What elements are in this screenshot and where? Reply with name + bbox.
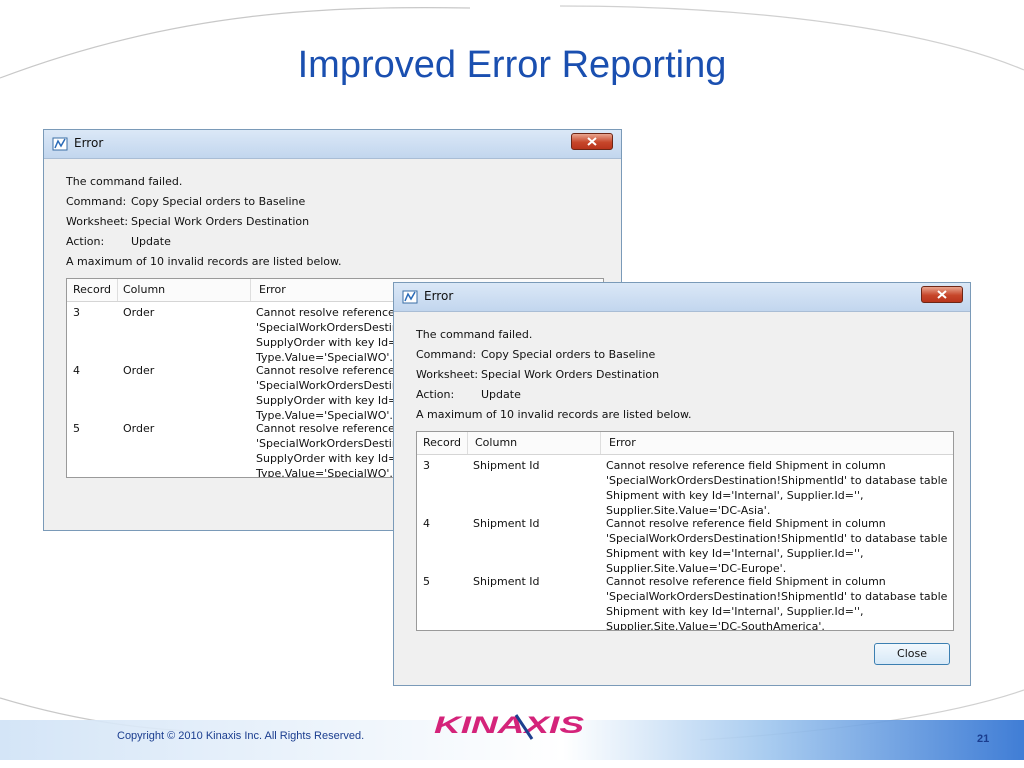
error-cell: Cannot resolve reference f 'SpecialWorkO… <box>256 306 407 364</box>
page-number: 21 <box>977 733 990 745</box>
worksheet-label: Worksheet: <box>66 215 129 228</box>
dialog-title: Error <box>424 289 454 303</box>
dialog-summary: The command failed. Command: Copy Special… <box>416 325 691 425</box>
column-header-error[interactable]: Error <box>259 283 286 296</box>
note-text: A maximum of 10 invalid records are list… <box>66 255 342 268</box>
action-label: Action: <box>416 388 455 401</box>
close-icon <box>937 290 947 299</box>
column-header-column[interactable]: Column <box>123 283 165 296</box>
app-icon <box>402 290 418 304</box>
table-header: Record Column Error <box>417 432 953 455</box>
svg-text:KINAXIS: KINAXIS <box>434 712 584 739</box>
record-cell: 3 <box>423 459 430 472</box>
command-label: Command: <box>66 195 127 208</box>
close-window-button[interactable] <box>921 286 963 303</box>
dialog-titlebar[interactable]: Error <box>44 130 621 159</box>
action-label: Action: <box>66 235 105 248</box>
column-cell: Shipment Id <box>473 575 540 588</box>
kinaxis-logo: KINAXIS <box>434 712 584 740</box>
record-cell: 5 <box>73 422 80 435</box>
message-text: The command failed. <box>66 175 183 188</box>
column-cell: Shipment Id <box>473 459 540 472</box>
record-cell: 4 <box>73 364 80 377</box>
error-cell: Cannot resolve reference field Shipment … <box>606 459 948 517</box>
record-cell: 4 <box>423 517 430 530</box>
record-cell: 5 <box>423 575 430 588</box>
copyright-text: Copyright © 2010 Kinaxis Inc. All Rights… <box>117 730 365 742</box>
worksheet-value: Special Work Orders Destination <box>131 215 310 228</box>
column-header-error[interactable]: Error <box>609 436 636 449</box>
close-icon <box>587 137 597 146</box>
worksheet-label: Worksheet: <box>416 368 479 381</box>
note-text: A maximum of 10 invalid records are list… <box>416 408 692 421</box>
action-value: Update <box>481 388 521 401</box>
slide-title: Improved Error Reporting <box>297 44 727 86</box>
table-row[interactable]: 4 Shipment Id Cannot resolve reference f… <box>417 514 953 575</box>
record-cell: 3 <box>73 306 80 319</box>
column-cell: Shipment Id <box>473 517 540 530</box>
table-row[interactable]: 5 Shipment Id Cannot resolve reference f… <box>417 572 953 630</box>
error-cell: Cannot resolve reference f 'SpecialWorkO… <box>256 422 407 478</box>
action-value: Update <box>131 235 171 248</box>
dialog-titlebar[interactable]: Error <box>394 283 970 312</box>
column-header-column[interactable]: Column <box>475 436 517 449</box>
error-records-table[interactable]: Record Column Error 3 Shipment Id Cannot… <box>416 431 954 631</box>
column-cell: Order <box>123 422 155 435</box>
message-text: The command failed. <box>416 328 533 341</box>
command-value: Copy Special orders to Baseline <box>481 348 656 361</box>
command-value: Copy Special orders to Baseline <box>131 195 306 208</box>
close-button[interactable]: Close <box>874 643 950 665</box>
app-icon <box>52 137 68 151</box>
error-dialog-front: Error The command failed. Command: Copy S… <box>393 282 971 686</box>
command-label: Command: <box>416 348 477 361</box>
column-cell: Order <box>123 364 155 377</box>
dialog-summary: The command failed. Command: Copy Special… <box>66 172 341 272</box>
column-header-record[interactable]: Record <box>73 283 111 296</box>
dialog-title: Error <box>74 136 104 150</box>
close-window-button[interactable] <box>571 133 613 150</box>
worksheet-value: Special Work Orders Destination <box>481 368 660 381</box>
column-cell: Order <box>123 306 155 319</box>
error-cell: Cannot resolve reference field Shipment … <box>606 517 948 575</box>
column-header-record[interactable]: Record <box>423 436 461 449</box>
error-cell: Cannot resolve reference f 'SpecialWorkO… <box>256 364 407 422</box>
table-row[interactable]: 3 Shipment Id Cannot resolve reference f… <box>417 456 953 517</box>
error-cell: Cannot resolve reference field Shipment … <box>606 575 948 631</box>
